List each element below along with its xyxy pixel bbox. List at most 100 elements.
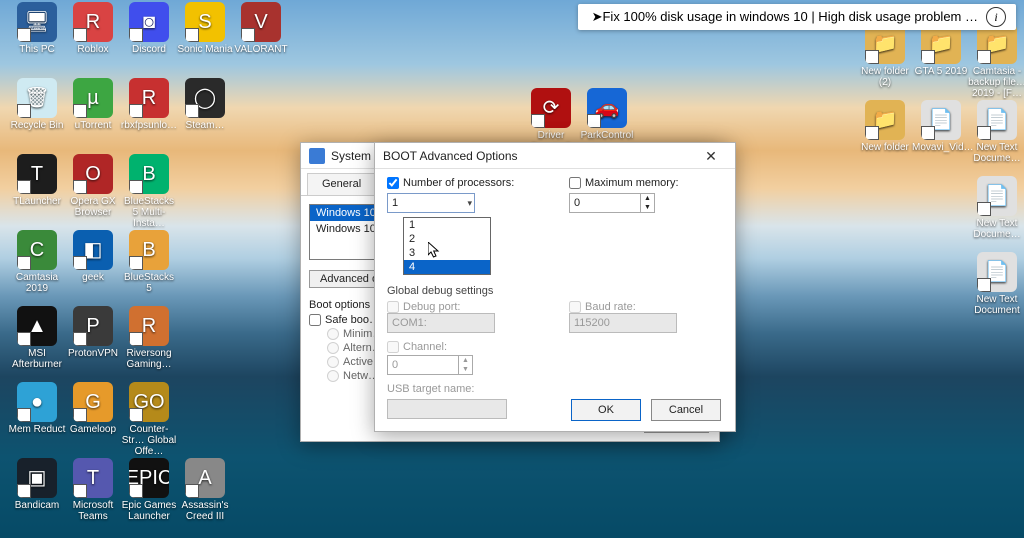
app-icon: P bbox=[73, 306, 113, 346]
dropdown-option[interactable]: 1 bbox=[404, 218, 490, 232]
desktop-icon[interactable]: 📁GTA 5 2019 bbox=[912, 24, 970, 77]
desktop-icon[interactable]: 🚗ParkControl bbox=[578, 88, 636, 141]
close-icon[interactable]: ✕ bbox=[691, 145, 731, 167]
desktop-icon[interactable]: TTLauncher bbox=[8, 154, 66, 207]
desktop-icon[interactable]: AAssassin's Creed III bbox=[176, 458, 234, 522]
desktop-icon[interactable]: 📄New Text Docume… bbox=[968, 100, 1024, 164]
desktop-icon[interactable]: CCamtasia 2019 bbox=[8, 230, 66, 294]
icon-label: Gameloop bbox=[64, 424, 122, 435]
app-icon: ◧ bbox=[73, 230, 113, 270]
app-icon: B bbox=[129, 154, 169, 194]
app-icon: O bbox=[73, 154, 113, 194]
desktop-icon[interactable]: OOpera GX Browser bbox=[64, 154, 122, 218]
icon-label: Opera GX Browser bbox=[64, 196, 122, 218]
desktop-icon[interactable]: BBlueStacks 5 bbox=[120, 230, 178, 294]
icon-label: Counter-Str… Global Offe… bbox=[120, 424, 178, 457]
icon-label: VALORANT bbox=[232, 44, 290, 55]
app-icon: 📄 bbox=[977, 176, 1017, 216]
dropdown-option[interactable]: 2 bbox=[404, 232, 490, 246]
desktop-icon[interactable]: RRiversong Gaming… bbox=[120, 306, 178, 370]
icon-label: MSI Afterburner bbox=[8, 348, 66, 370]
boot-advanced-options-dialog: BOOT Advanced Options ✕ Number of proces… bbox=[374, 142, 736, 432]
bao-titlebar[interactable]: BOOT Advanced Options ✕ bbox=[375, 143, 735, 169]
desktop-icon[interactable]: ◙Discord bbox=[120, 2, 178, 55]
app-icon: A bbox=[185, 458, 225, 498]
desktop-icon[interactable]: GOCounter-Str… Global Offe… bbox=[120, 382, 178, 457]
desktop-icon[interactable]: 📁Camtasia - backup file… 2019 - [F… bbox=[968, 24, 1024, 99]
desktop-icon[interactable]: µ uTorrent bbox=[64, 78, 122, 131]
app-icon: S bbox=[185, 2, 225, 42]
video-title-banner: ➤Fix 100% disk usage in windows 10 | Hig… bbox=[578, 4, 1016, 30]
tab-general[interactable]: General bbox=[307, 173, 376, 195]
desktop-icon[interactable]: 🖥This PC bbox=[8, 2, 66, 55]
desktop-icon[interactable]: 🗑Recycle Bin bbox=[8, 78, 66, 131]
icon-label: Assassin's Creed III bbox=[176, 500, 234, 522]
icon-label: uTorrent bbox=[64, 120, 122, 131]
icon-label: ProtonVPN bbox=[64, 348, 122, 359]
icon-label: Camtasia - backup file… 2019 - [F… bbox=[968, 66, 1024, 99]
app-icon: ◯ bbox=[185, 78, 225, 118]
icon-label: Epic Games Launcher bbox=[120, 500, 178, 522]
icon-label: Recycle Bin bbox=[8, 120, 66, 131]
bao-title: BOOT Advanced Options bbox=[383, 149, 691, 163]
max-memory-checkbox[interactable]: Maximum memory: bbox=[569, 177, 723, 189]
app-icon: 🚗 bbox=[587, 88, 627, 128]
dropdown-option[interactable]: 4 bbox=[404, 260, 490, 274]
num-processors-combobox[interactable]: 1 ▾ bbox=[387, 193, 475, 213]
icon-label: Mem Reduct bbox=[8, 424, 66, 435]
desktop-icon[interactable]: EPICEpic Games Launcher bbox=[120, 458, 178, 522]
desktop-icon[interactable]: 📄New Text Docume… bbox=[968, 176, 1024, 240]
num-processors-dropdown[interactable]: 1 2 3 4 bbox=[403, 217, 491, 275]
icon-label: Bandicam bbox=[8, 500, 66, 511]
desktop-icon[interactable]: 📄New Text Document bbox=[968, 252, 1024, 316]
icon-label: rbxfpsunlo… bbox=[120, 120, 178, 131]
desktop-icon[interactable]: VVALORANT bbox=[232, 2, 290, 55]
desktop-icon[interactable]: ▲MSI Afterburner bbox=[8, 306, 66, 370]
cancel-button[interactable]: Cancel bbox=[651, 399, 721, 421]
icon-label: Roblox bbox=[64, 44, 122, 55]
desktop-icon[interactable]: TMicrosoft Teams bbox=[64, 458, 122, 522]
app-icon: ● bbox=[17, 382, 57, 422]
ok-button[interactable]: OK bbox=[571, 399, 641, 421]
app-icon: ▣ bbox=[17, 458, 57, 498]
info-icon[interactable]: i bbox=[986, 7, 1006, 27]
icon-label: New Text Docume… bbox=[968, 142, 1024, 164]
desktop-icon[interactable]: BBlueStacks 5 Multi-Insta… bbox=[120, 154, 178, 229]
app-icon: ⟳ bbox=[531, 88, 571, 128]
icon-label: BlueStacks 5 bbox=[120, 272, 178, 294]
desktop-icon[interactable]: 📄 Movavi_Vid… bbox=[912, 100, 970, 153]
usb-target-field bbox=[387, 399, 507, 419]
icon-label: This PC bbox=[8, 44, 66, 55]
desktop-icon[interactable]: Rrbxfpsunlo… bbox=[120, 78, 178, 131]
desktop-icon[interactable]: 📁New folder bbox=[856, 100, 914, 153]
max-memory-spinner[interactable]: 0 ▲▼ bbox=[569, 193, 723, 213]
app-icon: R bbox=[129, 78, 169, 118]
spinner-arrows[interactable]: ▲▼ bbox=[641, 193, 655, 213]
desktop-icon[interactable]: P ProtonVPN bbox=[64, 306, 122, 359]
icon-label: New Text Docume… bbox=[968, 218, 1024, 240]
desktop-icon[interactable]: ● Mem Reduct bbox=[8, 382, 66, 435]
icon-label: Sonic Mania bbox=[176, 44, 234, 55]
icon-label: Movavi_Vid… bbox=[912, 142, 970, 153]
app-icon: ◙ bbox=[129, 2, 169, 42]
baud-rate-field: 115200 bbox=[569, 313, 677, 333]
desktop-icon[interactable]: GGameloop bbox=[64, 382, 122, 435]
dropdown-option[interactable]: 3 bbox=[404, 246, 490, 260]
icon-label: Riversong Gaming… bbox=[120, 348, 178, 370]
app-icon: T bbox=[17, 154, 57, 194]
app-icon: B bbox=[129, 230, 169, 270]
desktop-icon[interactable]: ▣ Bandicam bbox=[8, 458, 66, 511]
desktop-icon[interactable]: ◯Steam… bbox=[176, 78, 234, 131]
icon-label: New Text Document bbox=[968, 294, 1024, 316]
app-icon: 📄 bbox=[921, 100, 961, 140]
app-icon: ▲ bbox=[17, 306, 57, 346]
icon-label: GTA 5 2019 bbox=[912, 66, 970, 77]
app-icon: µ bbox=[73, 78, 113, 118]
desktop-icon[interactable]: ◧geek bbox=[64, 230, 122, 283]
channel-spinner: 0 ▲▼ bbox=[387, 355, 723, 375]
desktop-icon[interactable]: S Sonic Mania bbox=[176, 2, 234, 55]
desktop-icon[interactable]: 📁New folder (2) bbox=[856, 24, 914, 88]
num-processors-checkbox[interactable]: Number of processors: bbox=[387, 177, 541, 189]
desktop-icon[interactable]: RRoblox bbox=[64, 2, 122, 55]
app-icon: C bbox=[17, 230, 57, 270]
